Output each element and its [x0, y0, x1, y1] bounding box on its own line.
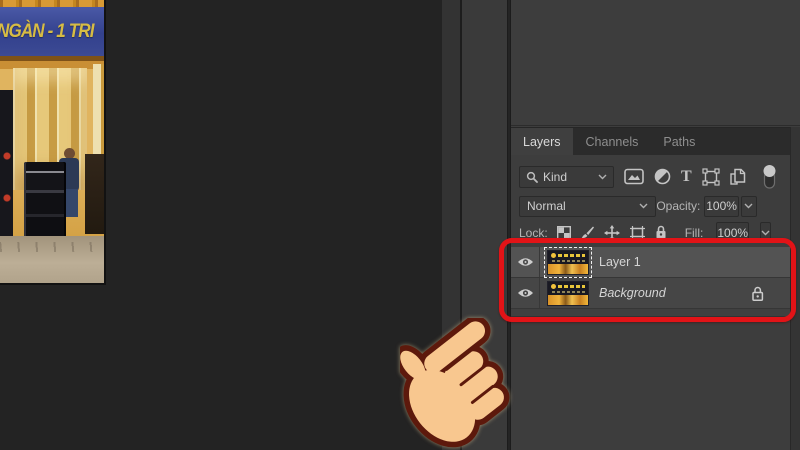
storefront-speaker-column	[0, 90, 13, 240]
layer-row-background[interactable]: Background	[511, 278, 790, 309]
panel-tab-bar: Layers Channels Paths	[511, 127, 790, 155]
thumb-art	[551, 283, 556, 289]
tab-layers[interactable]: Layers	[511, 128, 573, 155]
panel-scroll-edge[interactable]	[790, 127, 800, 450]
filter-toggle-switch[interactable]	[761, 164, 778, 190]
visibility-toggle[interactable]	[511, 278, 540, 308]
layer-name[interactable]: Layer 1	[599, 255, 641, 269]
adjustment-layer-filter-icon[interactable]	[654, 168, 671, 185]
thumb-art	[548, 294, 588, 305]
photoshop-workspace: NGÀN - 1 TRI Layers Channels Paths Kind …	[0, 0, 800, 450]
layer-filter-row: Kind T	[511, 163, 790, 190]
shape-layer-filter-icon[interactable]	[702, 167, 720, 186]
layer-list: Layer 1 Background	[511, 246, 790, 317]
search-icon	[526, 171, 538, 183]
blend-mode-dropdown[interactable]: Normal	[519, 195, 657, 217]
storefront-road-case	[24, 162, 66, 238]
background-lock-icon	[751, 286, 764, 302]
photo-storefront	[0, 56, 104, 240]
lock-position-icon[interactable]	[603, 224, 620, 241]
photo-floor	[0, 236, 104, 283]
lock-transparent-pixels-icon[interactable]	[556, 225, 571, 240]
tab-paths[interactable]: Paths	[651, 128, 707, 155]
dock-strip-inner	[462, 0, 507, 450]
chevron-down-icon	[598, 174, 607, 180]
thumb-art	[552, 290, 586, 293]
filter-kind-label: Kind	[543, 169, 568, 184]
opacity-dropdown-button[interactable]	[740, 195, 758, 217]
thumb-art	[552, 259, 586, 262]
photo-top-strip	[0, 0, 104, 7]
lock-all-icon[interactable]	[655, 225, 667, 240]
blend-row: Normal Opacity: 100%	[511, 195, 790, 217]
layer-list-empty-row	[511, 309, 790, 317]
panel-empty-area	[511, 0, 800, 126]
floor-marks	[0, 242, 104, 252]
dock-strip	[442, 0, 460, 450]
eye-icon	[517, 258, 533, 266]
fill-dropdown-button[interactable]	[760, 222, 772, 243]
document-canvas[interactable]: NGÀN - 1 TRI	[0, 0, 106, 285]
pixel-layer-filter-icon[interactable]	[624, 168, 644, 185]
layer-name[interactable]: Background	[599, 286, 666, 300]
visibility-toggle[interactable]	[511, 247, 540, 277]
lock-label: Lock:	[519, 225, 548, 240]
chevron-down-icon	[639, 203, 648, 209]
layer-thumbnail[interactable]	[544, 246, 592, 278]
opacity-value-field[interactable]: 100%	[704, 195, 739, 217]
thumb-art	[551, 252, 556, 258]
photo-banner-text: NGÀN - 1 TRI	[0, 20, 94, 42]
opacity-value: 100%	[706, 199, 737, 213]
filter-kind-dropdown[interactable]: Kind	[519, 165, 614, 188]
fill-value-field[interactable]: 100%	[716, 222, 750, 243]
thumb-art	[558, 253, 585, 257]
blend-mode-value: Normal	[527, 199, 566, 213]
photo-banner: NGÀN - 1 TRI	[0, 7, 104, 56]
fill-label: Fill:	[684, 225, 704, 240]
lock-image-pixels-icon[interactable]	[580, 225, 595, 240]
lock-row: Lock: Fill: 100%	[511, 222, 790, 243]
lock-artboard-nesting-icon[interactable]	[629, 225, 646, 240]
tab-channels[interactable]: Channels	[574, 128, 651, 155]
layer-row-layer1[interactable]: Layer 1	[511, 246, 790, 278]
type-layer-filter-icon[interactable]: T	[681, 168, 692, 185]
fill-value: 100%	[717, 225, 749, 240]
thumb-art	[558, 284, 585, 288]
eye-icon	[517, 289, 533, 297]
storefront-cabinet	[85, 154, 104, 234]
layers-panel: Layers Channels Paths Kind T Normal Opac…	[511, 0, 800, 450]
thumb-art	[548, 263, 588, 274]
opacity-label: Opacity:	[656, 199, 701, 213]
filter-type-icons: T	[624, 164, 782, 190]
smart-object-filter-icon[interactable]	[729, 168, 746, 186]
layer-thumbnail[interactable]	[547, 280, 589, 306]
